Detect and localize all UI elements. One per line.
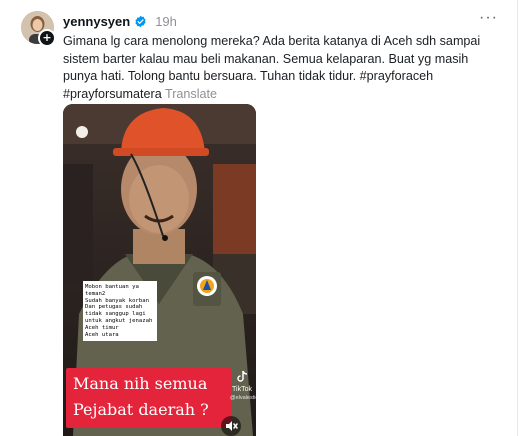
post-card[interactable]: + yennysyen 19h ··· Gimana lg cara menol…: [0, 0, 518, 436]
tiktok-label: TikTok: [232, 386, 252, 393]
video-caption: Mana nih semua Pejabat daerah ?: [66, 368, 231, 428]
more-options-icon[interactable]: ···: [479, 9, 498, 27]
timestamp[interactable]: 19h: [155, 14, 177, 29]
username[interactable]: yennysyen: [63, 14, 130, 29]
tiktok-logo-icon: [237, 370, 248, 382]
speaker-muted-icon[interactable]: [221, 416, 241, 436]
post-text: Gimana lg cara menolong mereka? Ada beri…: [63, 34, 481, 101]
verified-badge-icon: [135, 15, 146, 27]
post-header: yennysyen 19h: [63, 13, 177, 29]
caption-line-1: Mana nih semua: [73, 374, 208, 393]
video-text-overlay: Mobon bantuan ya teman2 Sudah banyak kor…: [83, 281, 157, 342]
tiktok-watermark: TikTok @elvalestic68: [230, 370, 256, 402]
caption-line-2: Pejabat daerah ?: [73, 400, 209, 419]
follow-plus-icon[interactable]: +: [38, 29, 56, 47]
post-body: Gimana lg cara menolong mereka? Ada beri…: [63, 33, 491, 103]
video-player[interactable]: Mobon bantuan ya teman2 Sudah banyak kor…: [63, 104, 256, 436]
tiktok-user: @elvalestic68: [230, 395, 256, 401]
translate-link[interactable]: Translate: [165, 87, 217, 101]
